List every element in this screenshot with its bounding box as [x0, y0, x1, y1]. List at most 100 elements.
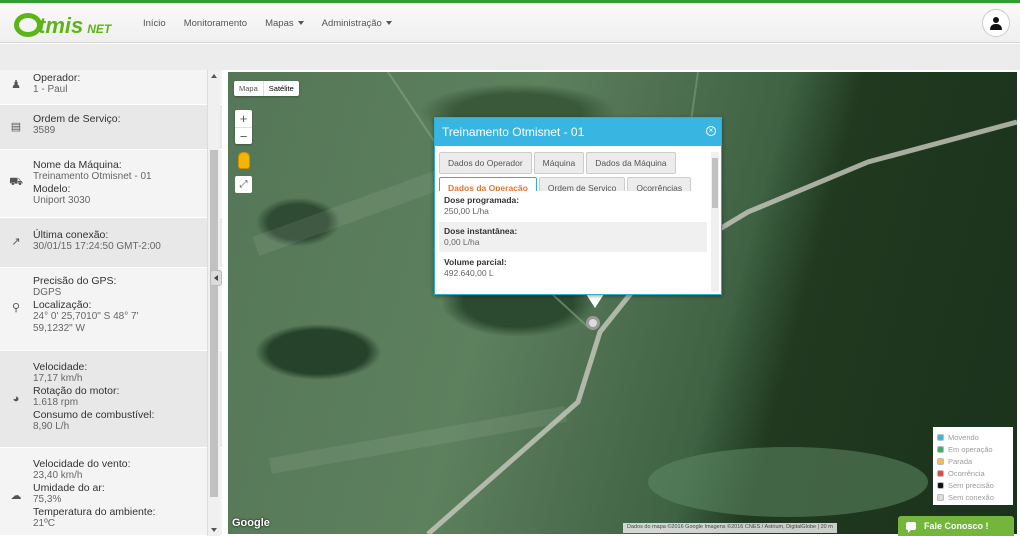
- machine-marker[interactable]: [586, 316, 600, 330]
- last-connection-value: 30/01/15 17:24:50 GMT-2:00: [33, 241, 161, 252]
- dose-programada-value: 250,00 L/ha: [444, 206, 489, 216]
- legend-label: Parada: [948, 456, 973, 466]
- tab-maquina[interactable]: Máquina: [533, 152, 585, 174]
- last-connection-label: Última conexão:: [33, 229, 109, 241]
- nav-inicio[interactable]: Início: [134, 18, 175, 29]
- legend-item-em-operacao: Em operação: [937, 443, 1009, 455]
- popup-tail: [586, 294, 604, 308]
- popup-header: Treinamento Otmisnet - 01 ×: [435, 118, 721, 146]
- tractor-icon: ⛟: [9, 176, 23, 188]
- legend-swatch: [937, 469, 944, 477]
- legend-swatch: [937, 481, 944, 489]
- tab-dados-maquina[interactable]: Dados da Máquina: [586, 152, 676, 174]
- humidity-label: Umidade do ar:: [33, 482, 105, 494]
- nav-administracao-dropdown[interactable]: Administração: [313, 18, 401, 29]
- location-value: 24° 0' 25,7010" S 48° 7' 59,1232" W: [33, 311, 139, 334]
- legend-item-ocorrencia: Ocorrência: [937, 467, 1009, 479]
- map-type-satellite-button[interactable]: Satélite: [262, 81, 299, 96]
- legend-swatch: [937, 445, 944, 453]
- wind-speed-value: 23,40 km/h: [33, 470, 83, 481]
- main-nav: Início Monitoramento Mapas Administração: [134, 3, 401, 43]
- contact-us-button[interactable]: Fale Conosco !: [898, 516, 1014, 536]
- humidity-value: 75,3%: [33, 494, 62, 505]
- operator-value: 1 - Paul: [33, 84, 68, 95]
- legend-label: Ocorrência: [948, 468, 985, 478]
- street-view-pegman-icon[interactable]: [238, 152, 250, 169]
- machine-info-popup: Treinamento Otmisnet - 01 × Dados do Ope…: [434, 117, 722, 295]
- scroll-down-icon[interactable]: [211, 528, 217, 532]
- map-type-control: Mapa Satélite: [234, 81, 299, 96]
- user-icon: [990, 16, 1002, 30]
- top-navbar: tmis NET Início Monitoramento Mapas Admi…: [0, 0, 1020, 43]
- gps-precision-value: DGPS: [33, 287, 62, 298]
- machine-name-value: Treinamento Otmisnet - 01: [33, 171, 152, 182]
- dose-instantanea-value: 0,00 L/ha: [444, 237, 480, 247]
- popup-scrollbar[interactable]: [711, 152, 719, 292]
- section-engine: ◕ Velocidade: 17,17 km/h Rotação do moto…: [0, 351, 222, 448]
- gauge-icon: ◕: [12, 393, 20, 405]
- nav-monitoramento-label: Monitoramento: [183, 17, 248, 29]
- section-service-order: ▤ Ordem de Serviço: 3589: [0, 105, 222, 150]
- legend-swatch: [937, 457, 944, 465]
- satellite-map[interactable]: Mapa Satélite + − ⤢ Treinamento Otmisnet…: [228, 72, 1017, 534]
- otmis-logo[interactable]: tmis NET: [14, 9, 112, 38]
- operation-data-list: Dose programada: 250,00 L/ha Dose instan…: [439, 191, 707, 284]
- map-attribution[interactable]: Dados do mapa ©2016 Google Imagens ©2016…: [623, 523, 837, 533]
- machine-info-panel: ♟ Operador: 1 - Paul ▤ Ordem de Serviço:…: [0, 70, 222, 536]
- legend-swatch: [937, 493, 944, 501]
- section-gps: ⚲ Precisão do GPS: DGPS Localização: 24°…: [0, 268, 222, 351]
- tab-dados-operador[interactable]: Dados do Operador: [439, 152, 532, 174]
- section-last-connection: ↗ Última conexão: 30/01/15 17:24:50 GMT-…: [0, 218, 222, 268]
- zoom-out-button[interactable]: −: [235, 127, 252, 144]
- gps-precision-label: Precisão do GPS:: [33, 275, 117, 287]
- legend-item-sem-conexao: Sem conexão: [937, 491, 1009, 503]
- map-type-mapa-button[interactable]: Mapa: [234, 81, 263, 96]
- nav-inicio-label: Início: [143, 17, 166, 29]
- location-pin-icon: ⚲: [11, 301, 21, 314]
- list-item: Dose programada: 250,00 L/ha: [439, 191, 707, 222]
- fuel-consumption-value: 8,90 L/h: [33, 421, 70, 432]
- model-label: Modelo:: [33, 183, 71, 195]
- legend-label: Sem precisão: [948, 480, 994, 490]
- legend-label: Movendo: [948, 432, 979, 442]
- service-order-value: 3589: [33, 125, 56, 136]
- volume-parcial-value: 492.640,00 L: [444, 268, 494, 278]
- nav-mapas-dropdown[interactable]: Mapas: [256, 18, 313, 29]
- google-logo: Google: [232, 517, 270, 529]
- engine-rpm-label: Rotação do motor:: [33, 385, 120, 397]
- user-menu-button[interactable]: [982, 9, 1010, 37]
- section-machine: ⛟ Nome da Máquina: Treinamento Otmisnet …: [0, 150, 222, 218]
- nav-monitoramento[interactable]: Monitoramento: [175, 18, 256, 29]
- legend-item-movendo: Movendo: [937, 431, 1009, 443]
- legend-label: Em operação: [948, 444, 993, 454]
- section-operator: ♟ Operador: 1 - Paul: [0, 70, 222, 105]
- nav-mapas-label: Mapas: [265, 17, 294, 29]
- speed-value: 17,17 km/h: [33, 373, 83, 384]
- contact-us-label: Fale Conosco !: [924, 521, 989, 531]
- temperature-value: 21ºC: [33, 518, 55, 529]
- volume-parcial-label: Volume parcial:: [444, 257, 507, 267]
- caret-down-icon: [297, 20, 304, 25]
- dose-instantanea-label: Dose instantânea:: [444, 226, 518, 236]
- sidebar-scrollbar[interactable]: [207, 70, 220, 536]
- fullscreen-button[interactable]: ⤢: [235, 176, 252, 193]
- logo-suffix-text: NET: [87, 22, 112, 36]
- zoom-control: + −: [235, 110, 252, 144]
- engine-rpm-value: 1.618 rpm: [33, 397, 79, 408]
- operator-icon: ♟: [11, 78, 21, 91]
- collapse-sidebar-button[interactable]: [210, 270, 222, 286]
- machine-name-label: Nome da Máquina:: [33, 159, 122, 171]
- close-icon[interactable]: ×: [706, 126, 716, 136]
- popup-scrollbar-thumb[interactable]: [712, 158, 718, 208]
- scrollbar-thumb[interactable]: [210, 150, 218, 497]
- zoom-in-button[interactable]: +: [235, 110, 252, 127]
- weather-icon: ☁: [10, 489, 22, 502]
- fuel-consumption-label: Consumo de combustível:: [33, 409, 155, 421]
- temperature-label: Temperatura do ambiente:: [33, 506, 156, 518]
- connection-icon: ↗: [11, 235, 21, 248]
- operator-label: Operador:: [33, 72, 81, 84]
- scroll-up-icon[interactable]: [211, 74, 217, 78]
- nav-administracao-label: Administração: [321, 17, 382, 29]
- speed-label: Velocidade:: [33, 361, 88, 373]
- sub-header-bar: [0, 44, 1020, 70]
